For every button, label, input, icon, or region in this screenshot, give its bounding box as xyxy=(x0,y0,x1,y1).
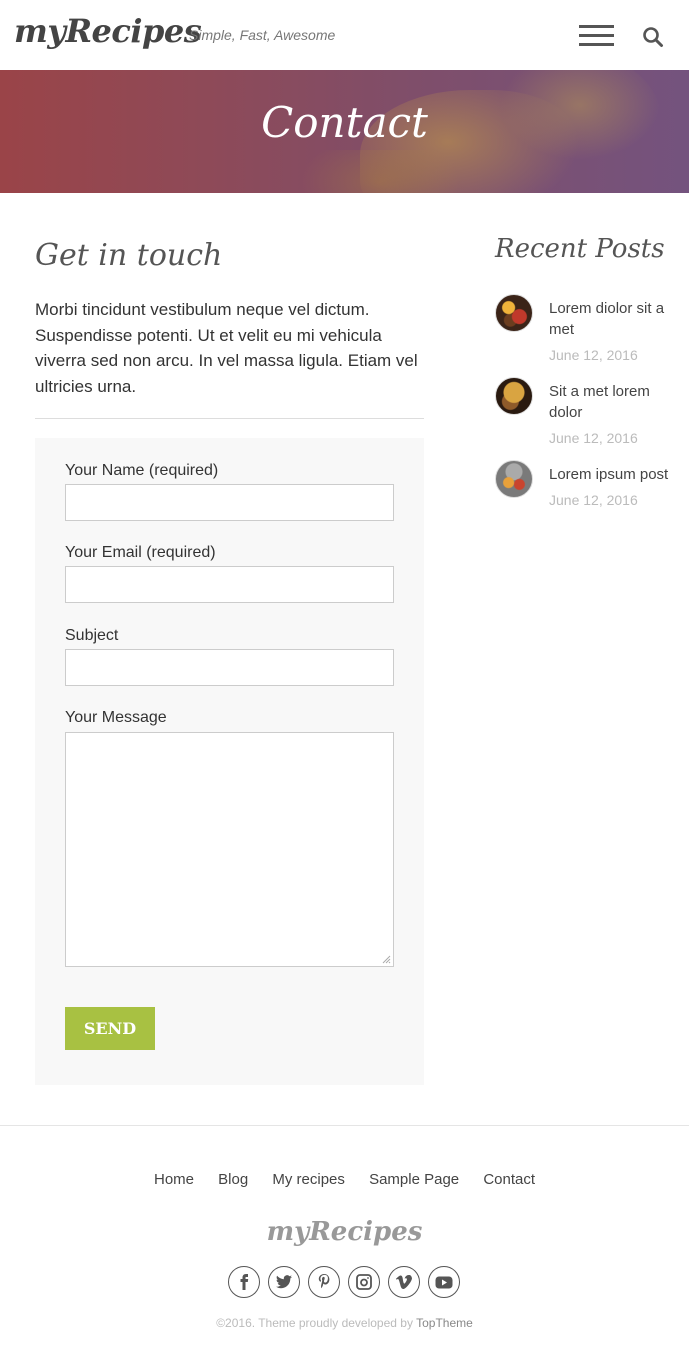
name-label: Your Name (required) xyxy=(65,462,219,479)
message-label: Your Message xyxy=(65,709,167,726)
message-field[interactable] xyxy=(65,732,394,967)
footer-divider xyxy=(0,1125,689,1126)
footer-link-blog[interactable]: Blog xyxy=(218,1171,248,1188)
footer-link-sample-page[interactable]: Sample Page xyxy=(369,1171,459,1188)
site-logo[interactable]: myRecipes xyxy=(14,12,202,50)
name-field[interactable] xyxy=(65,484,394,521)
subject-label: Subject xyxy=(65,627,119,644)
section-heading: Get in touch xyxy=(35,238,223,273)
facebook-icon[interactable] xyxy=(228,1266,260,1298)
subject-field[interactable] xyxy=(65,649,394,686)
site-tagline: Simple, Fast, Awesome xyxy=(189,27,336,43)
divider xyxy=(35,418,424,419)
footer-nav: Home Blog My recipes Sample Page Contact xyxy=(0,1171,689,1188)
post-thumbnail[interactable] xyxy=(495,294,533,332)
page-title: Contact xyxy=(261,98,428,147)
recent-post-date: June 12, 2016 xyxy=(549,430,638,446)
instagram-icon[interactable] xyxy=(348,1266,380,1298)
recent-post-link[interactable]: Sit a met lorem dolor xyxy=(549,381,679,423)
send-button[interactable]: SEND xyxy=(65,1007,155,1050)
youtube-icon[interactable] xyxy=(428,1266,460,1298)
post-thumbnail[interactable] xyxy=(495,460,533,498)
recent-post-link[interactable]: Lorem diolor sit a met xyxy=(549,298,679,340)
recent-post-date: June 12, 2016 xyxy=(549,492,638,508)
footer-logo[interactable]: myRecipes xyxy=(0,1217,689,1247)
page-banner: Contact xyxy=(0,70,689,193)
footer-link-my-recipes[interactable]: My recipes xyxy=(272,1171,345,1188)
footer-link-contact[interactable]: Contact xyxy=(483,1171,535,1188)
pinterest-icon[interactable] xyxy=(308,1266,340,1298)
recent-posts-heading: Recent Posts xyxy=(495,234,665,264)
twitter-icon[interactable] xyxy=(268,1266,300,1298)
recent-post-link[interactable]: Lorem ipsum post xyxy=(549,464,679,485)
social-links xyxy=(228,1266,462,1298)
footer-link-home[interactable]: Home xyxy=(154,1171,194,1188)
developer-link[interactable]: TopTheme xyxy=(416,1316,473,1330)
copyright-text: ©2016. Theme proudly developed by xyxy=(216,1316,413,1330)
resize-grip-icon[interactable] xyxy=(381,954,391,964)
hamburger-menu-icon[interactable] xyxy=(579,25,614,47)
email-field[interactable] xyxy=(65,566,394,603)
post-thumbnail[interactable] xyxy=(495,377,533,415)
intro-text: Morbi tincidunt vestibulum neque vel dic… xyxy=(35,300,418,396)
site-header: myRecipes Simple, Fast, Awesome xyxy=(0,0,689,70)
vimeo-icon[interactable] xyxy=(388,1266,420,1298)
search-icon[interactable] xyxy=(642,26,664,48)
recent-post-date: June 12, 2016 xyxy=(549,347,638,363)
email-label: Your Email (required) xyxy=(65,544,216,561)
copyright: ©2016. Theme proudly developed by TopThe… xyxy=(0,1316,689,1330)
